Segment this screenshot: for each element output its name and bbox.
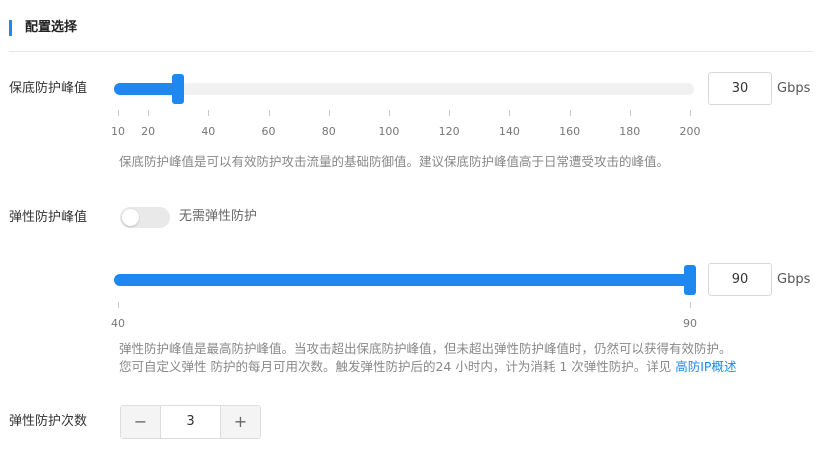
elastic-help-line-1: 弹性防护峰值是最高防护峰值。当攻击超出保底防护峰值，但未超出弹性防护峰值时，仍然… — [119, 341, 732, 356]
elastic-toggle-text: 无需弹性防护 — [179, 209, 258, 224]
elastic-protection-input[interactable]: 90 — [708, 263, 772, 296]
tick-label: 40 — [111, 317, 125, 330]
elastic-protection-label: 弹性防护峰值 — [9, 210, 88, 225]
elastic-help-text: 您可自定义弹性 防护的每月可用次数。触发弹性防护后的24 小时内，计为消耗 1 … — [119, 359, 676, 374]
tick-label: 200 — [679, 125, 701, 138]
elastic-help-line-2: 您可自定义弹性 防护的每月可用次数。触发弹性防护后的24 小时内，计为消耗 1 … — [119, 358, 736, 376]
tick-mark — [118, 302, 119, 308]
tick-mark — [148, 110, 150, 116]
increment-button[interactable]: + — [220, 406, 260, 438]
tick-label: 180 — [619, 125, 641, 138]
elastic-slider-handle[interactable] — [684, 265, 696, 295]
elastic-count-value[interactable]: 3 — [161, 406, 220, 438]
elastic-protection-slider[interactable] — [114, 265, 696, 295]
tick-label: 120 — [438, 125, 460, 138]
tick-mark — [118, 110, 119, 116]
tick-label: 160 — [559, 125, 581, 138]
tick-mark — [388, 110, 390, 116]
toggle-knob — [122, 209, 139, 226]
base-protection-label: 保底防护峰值 — [9, 81, 88, 96]
tick-label: 100 — [378, 125, 400, 138]
elastic-slider-fill — [114, 274, 696, 286]
divider — [9, 51, 813, 52]
tick-mark — [328, 110, 330, 116]
tick-mark — [569, 110, 571, 116]
elastic-count-stepper: − 3 + — [120, 405, 261, 439]
section-title: 配置选择 — [25, 20, 78, 35]
tick-label: 80 — [321, 125, 336, 138]
elastic-count-label: 弹性防护次数 — [9, 414, 88, 429]
tick-label: 20 — [141, 125, 156, 138]
tick-mark — [509, 110, 511, 116]
base-protection-slider[interactable] — [114, 74, 694, 104]
base-slider-handle[interactable] — [172, 74, 185, 104]
base-protection-input[interactable]: 30 — [708, 72, 772, 105]
elastic-toggle-switch[interactable] — [120, 207, 170, 228]
base-help-text: 保底防护峰值是可以有效防护攻击流量的基础防御值。建议保底防护峰值高于日常遭受攻击… — [119, 154, 670, 169]
tick-mark — [268, 110, 270, 116]
base-unit: Gbps — [777, 81, 811, 96]
tick-label: 40 — [201, 125, 216, 138]
tick-label: 140 — [498, 125, 520, 138]
tick-label: 60 — [261, 125, 276, 138]
tick-mark — [449, 110, 451, 116]
overview-link[interactable]: 高防IP概述 — [675, 359, 736, 374]
tick-mark — [690, 110, 691, 116]
elastic-unit: Gbps — [777, 272, 811, 287]
decrement-button[interactable]: − — [121, 406, 161, 438]
tick-label: 90 — [683, 317, 697, 330]
tick-mark — [208, 110, 210, 116]
tick-mark — [690, 302, 691, 308]
tick-label: 10 — [111, 125, 125, 138]
section-accent-bar — [9, 20, 12, 36]
tick-mark — [629, 110, 631, 116]
